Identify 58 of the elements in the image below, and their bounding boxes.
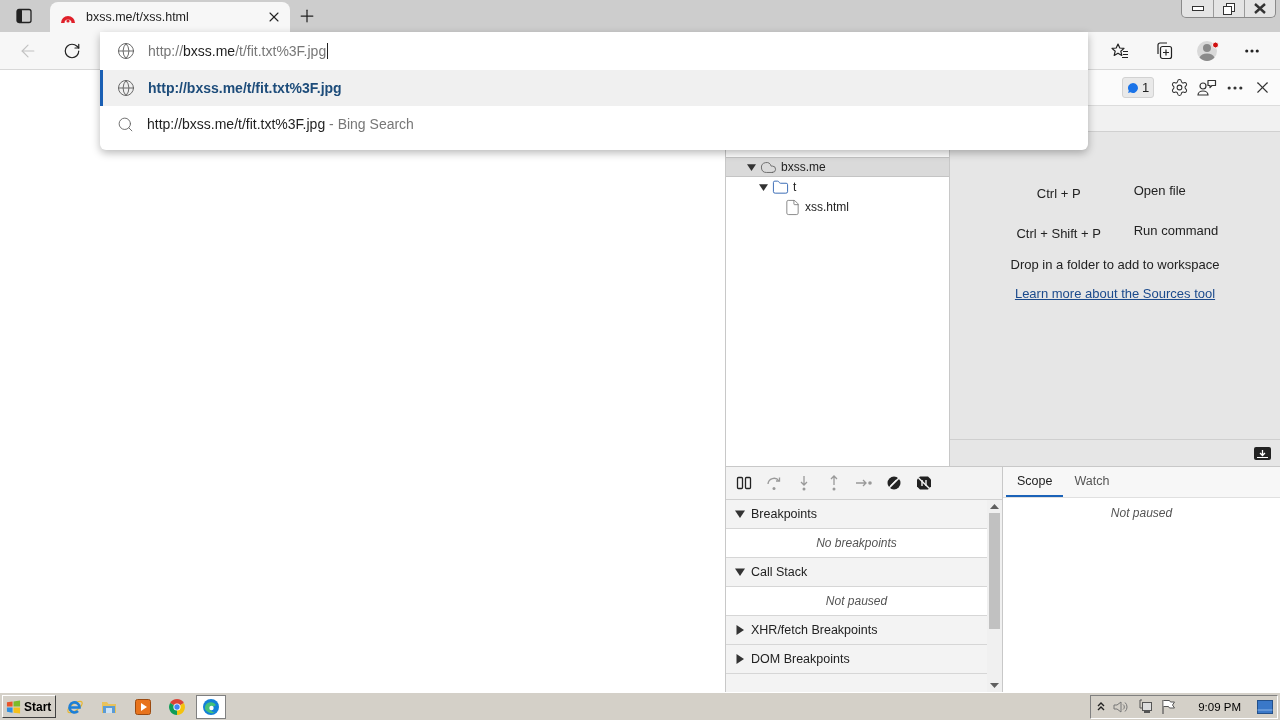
settings-icon[interactable] xyxy=(1170,78,1189,97)
person-chat-icon[interactable] xyxy=(1197,78,1217,97)
globe-icon xyxy=(117,42,135,60)
pause-icon[interactable] xyxy=(734,475,754,491)
segmented-circle-icon xyxy=(168,697,186,716)
tree-item[interactable]: xss.html xyxy=(726,197,949,217)
text-cursor-icon xyxy=(327,43,329,59)
panel-icon[interactable] xyxy=(16,8,32,24)
disclosure-triangle-icon[interactable] xyxy=(735,654,745,664)
shortcut-keys: Ctrl + Shift + P xyxy=(995,220,1122,241)
scroll-down-icon[interactable] xyxy=(990,683,999,688)
disclosure-triangle-icon[interactable] xyxy=(746,162,756,172)
slashed-octagon-icon[interactable] xyxy=(914,475,934,491)
scroll-up-icon[interactable] xyxy=(990,504,999,509)
network-icon[interactable] xyxy=(1137,699,1154,714)
taskbar-app[interactable] xyxy=(196,694,226,719)
browser-tab[interactable]: bxss.me/t/xss.html xyxy=(50,2,290,32)
shortcut-label: Open file xyxy=(1133,183,1187,198)
tree-item[interactable]: t xyxy=(726,177,949,197)
sidebar-tab[interactable]: Watch xyxy=(1063,467,1121,497)
disclosure-triangle-icon[interactable] xyxy=(735,625,745,635)
chat-bubble-icon xyxy=(1126,81,1139,94)
clock: 9:09 PM xyxy=(1198,700,1241,713)
folder-icon xyxy=(772,178,789,196)
search-icon xyxy=(117,115,134,133)
star-list-icon[interactable] xyxy=(1111,42,1129,59)
sidebar-tab[interactable]: Scope xyxy=(1006,467,1064,497)
profile-avatar-icon[interactable] xyxy=(1196,38,1220,63)
suggestion-item[interactable]: http://bxss.me/t/fit.txt%3F.jpg xyxy=(100,70,1088,106)
learn-more-link[interactable]: Learn more about the Sources tool xyxy=(1014,286,1216,301)
start-button[interactable]: Start xyxy=(2,695,56,718)
chevron-up-icon[interactable] xyxy=(1097,702,1106,711)
tree-item[interactable]: bxss.me xyxy=(726,157,949,177)
empty-message: No breakpoints xyxy=(726,529,987,558)
disclosure-triangle-icon[interactable] xyxy=(758,182,768,192)
disclosure-triangle-icon[interactable] xyxy=(735,509,745,519)
drop-hint: Drop in a folder to add to workspace xyxy=(1010,257,1220,272)
shortcut-keys: Ctrl + P xyxy=(995,180,1122,201)
globe-icon xyxy=(117,79,135,97)
empty-message: Not paused xyxy=(726,587,987,616)
shortcut-label: Run command xyxy=(1133,223,1219,238)
refresh-icon[interactable] xyxy=(63,41,81,60)
stacked-plus-icon[interactable] xyxy=(1155,41,1173,60)
disclosure-triangle-icon[interactable] xyxy=(735,567,745,577)
flag-logo-icon xyxy=(6,699,21,714)
address-field[interactable]: http://bxss.me/t/fit.txt%3F.jpg xyxy=(100,32,1088,70)
scrollbar-thumb[interactable] xyxy=(989,513,1000,629)
flag-icon[interactable] xyxy=(1161,699,1177,714)
minimize-icon xyxy=(1191,6,1204,11)
scope-message: Not paused xyxy=(1110,506,1173,520)
play-tile-icon xyxy=(134,697,152,716)
close-icon xyxy=(1254,3,1266,14)
swirl-icon xyxy=(202,697,220,716)
issues-button[interactable]: 1 xyxy=(1122,77,1154,98)
restore-icon xyxy=(1223,2,1235,15)
file-icon xyxy=(784,198,801,216)
suggestion-item[interactable]: http://bxss.me/t/fit.txt%3F.jpg - Bing Search xyxy=(100,106,1088,142)
show-desktop-icon[interactable] xyxy=(1257,699,1273,714)
